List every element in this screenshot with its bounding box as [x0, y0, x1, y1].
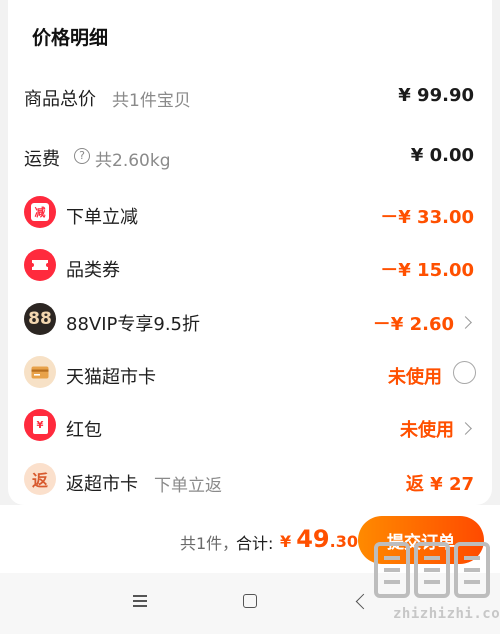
total-decimal: .30	[329, 532, 358, 551]
red-packet-icon: ¥	[24, 409, 56, 441]
row-value: －¥ 33.00	[380, 207, 474, 228]
cashback-icon: 返	[24, 463, 56, 495]
row-sub: 共2.60kg	[95, 151, 171, 171]
chevron-right-icon[interactable]	[459, 316, 472, 329]
total-label: 合计:	[236, 534, 274, 553]
row-instant-discount: 减 下单立减 －¥ 33.00	[8, 196, 492, 232]
price-detail-card: 价格明细 商品总价 共1件宝贝 ¥ 99.90 运费 ? 共2.60kg ¥ 0…	[8, 0, 492, 505]
row-supermarket-card[interactable]: 天猫超市卡 未使用	[8, 356, 492, 392]
home-icon[interactable]	[243, 594, 257, 608]
row-value: ¥ 99.90	[398, 85, 474, 106]
discount-icon: 减	[24, 196, 56, 228]
row-value: ¥ 0.00	[410, 145, 474, 166]
row-cashback-card: 返 返超市卡 下单立返 返 ¥ 27	[8, 463, 492, 499]
row-label: 红包	[66, 420, 102, 441]
row-value: －¥ 15.00	[380, 260, 474, 281]
row-value: 未使用	[400, 420, 454, 441]
row-shipping[interactable]: 运费 ? 共2.60kg ¥ 0.00	[8, 138, 492, 174]
row-red-packet[interactable]: ¥ 红包 未使用	[8, 409, 492, 445]
row-value: 未使用	[388, 367, 442, 388]
total-integer: 49	[296, 525, 330, 553]
row-value: －¥ 2.60	[372, 314, 454, 335]
row-label: 天猫超市卡	[66, 367, 156, 388]
row-label: 品类券	[66, 260, 120, 281]
item-count: 共1件，	[180, 534, 239, 553]
coupon-icon	[24, 249, 56, 281]
row-value: 返 ¥ 27	[405, 474, 474, 495]
row-label: 下单立减	[66, 207, 138, 228]
row-label: 88VIP专享9.5折	[66, 314, 201, 335]
row-category-coupon: 品类券 －¥ 15.00	[8, 249, 492, 285]
total-currency: ¥	[280, 532, 292, 551]
menu-icon[interactable]	[133, 595, 147, 607]
watermark-text: zhizhizhi.com	[393, 606, 500, 622]
chevron-right-icon[interactable]	[459, 422, 472, 435]
row-label: 商品总价	[24, 89, 96, 110]
back-icon[interactable]	[355, 593, 372, 610]
total-price: ¥ 49.30	[280, 525, 358, 553]
row-label: 返超市卡	[66, 474, 138, 495]
row-label: 运费	[24, 149, 60, 170]
row-goods-total: 商品总价 共1件宝贝 ¥ 99.90	[8, 78, 492, 114]
page-title: 价格明细	[32, 27, 109, 49]
watermark-logo	[374, 542, 490, 598]
help-circle-icon[interactable]: ?	[74, 148, 90, 164]
radio-icon[interactable]	[453, 361, 476, 384]
row-sub: 共1件宝贝	[112, 91, 191, 111]
supermarket-card-icon	[24, 356, 56, 388]
row-88vip[interactable]: 88 88VIP专享9.5折 －¥ 2.60	[8, 303, 492, 339]
vip-88-icon: 88	[24, 303, 56, 335]
row-sub: 下单立返	[154, 476, 222, 496]
